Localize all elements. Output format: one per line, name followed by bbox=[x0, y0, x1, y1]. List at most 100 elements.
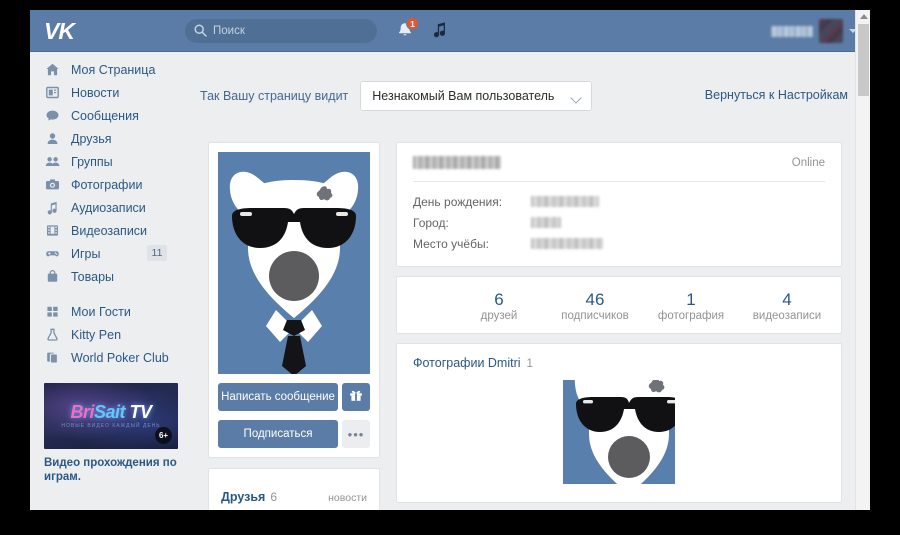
sidebar-item-messages[interactable]: Сообщения bbox=[30, 104, 180, 127]
counter-label: подписчиков bbox=[561, 309, 629, 322]
preview-audience-select[interactable]: Незнакомый Вам пользователь bbox=[360, 81, 593, 111]
profile-info-card: Online День рождения: Город: Место учёбы… bbox=[396, 142, 842, 267]
music-note-icon bbox=[44, 199, 61, 216]
counter-label: видеозаписи bbox=[752, 309, 822, 322]
sidebar-label: Группы bbox=[71, 154, 113, 169]
cards-icon bbox=[44, 349, 61, 366]
info-row-education: Место учёбы: bbox=[413, 233, 825, 254]
counter-label: фотография bbox=[657, 309, 725, 322]
sidebar-label: Игры bbox=[71, 246, 101, 261]
svg-text:VK: VK bbox=[44, 18, 76, 44]
avatar-card: Написать сообщение Подписаться ••• bbox=[208, 142, 380, 458]
news-icon bbox=[44, 84, 61, 101]
sidebar-label: Аудиозаписи bbox=[71, 200, 146, 215]
ad-caption: Видео прохождения по играм. bbox=[44, 457, 177, 483]
photos-block-title[interactable]: Фотографии Dmitri bbox=[413, 356, 521, 370]
gift-icon bbox=[349, 388, 363, 407]
sidebar-item-goods[interactable]: Товары bbox=[30, 265, 180, 288]
film-icon bbox=[44, 222, 61, 239]
info-row-birthday: День рождения: bbox=[413, 191, 825, 212]
sidebar-item-groups[interactable]: Группы bbox=[30, 150, 180, 173]
counter-photos[interactable]: 1 фотография bbox=[643, 289, 739, 322]
info-row-city: Город: bbox=[413, 212, 825, 233]
profile-name-blurred bbox=[413, 156, 501, 169]
info-value-blurred bbox=[531, 238, 603, 249]
sidebar-item-my-page[interactable]: Моя Страница bbox=[30, 58, 180, 81]
camera-icon bbox=[44, 176, 61, 193]
ad-title: BriSait TV bbox=[44, 402, 178, 423]
photos-block-header: Фотографии Dmitri 1 bbox=[413, 356, 825, 370]
friends-block: Друзья 6 новости bbox=[208, 468, 380, 510]
user-menu[interactable] bbox=[771, 19, 857, 43]
friends-block-title[interactable]: Друзья bbox=[221, 490, 265, 504]
sidebar-item-friends[interactable]: Друзья bbox=[30, 127, 180, 150]
ad-title-part2: Sait bbox=[93, 402, 126, 422]
more-actions-button[interactable]: ••• bbox=[342, 420, 370, 448]
bag-icon bbox=[44, 268, 61, 285]
sidebar-item-games[interactable]: Игры 11 bbox=[30, 242, 180, 265]
online-status: Online bbox=[791, 156, 825, 169]
sidebar-label: Видеозаписи bbox=[71, 223, 148, 238]
scrollbar-thumb[interactable] bbox=[858, 24, 869, 96]
vk-browser-window: VK 1 bbox=[30, 10, 870, 510]
preview-selected-option: Незнакомый Вам пользователь bbox=[372, 89, 555, 103]
sidebar-label: Мои Гости bbox=[71, 304, 131, 319]
user-avatar-blurred bbox=[819, 19, 843, 43]
scroll-up-arrow-icon[interactable] bbox=[860, 14, 868, 19]
home-icon bbox=[44, 61, 61, 78]
age-rating-badge: 6+ bbox=[155, 427, 172, 444]
photos-block: Фотографии Dmitri 1 bbox=[396, 343, 842, 503]
info-key: День рождения: bbox=[413, 194, 503, 209]
music-note-icon[interactable] bbox=[431, 20, 453, 42]
back-to-settings-link[interactable]: Вернуться к Настройкам bbox=[705, 88, 848, 102]
person-icon bbox=[44, 130, 61, 147]
profile-right-column: Online День рождения: Город: Место учёбы… bbox=[396, 142, 842, 503]
search-input[interactable] bbox=[213, 19, 373, 43]
sidebar-item-my-guests[interactable]: Мои Гости bbox=[30, 300, 180, 323]
sidebar-item-video[interactable]: Видеозаписи bbox=[30, 219, 180, 242]
vertical-scrollbar[interactable] bbox=[855, 10, 870, 510]
subscribe-button[interactable]: Подписаться bbox=[218, 420, 338, 448]
sidebar-item-world-poker-club[interactable]: World Poker Club bbox=[30, 346, 180, 369]
counter-friends[interactable]: 6 друзей bbox=[451, 289, 547, 322]
main-content: Так Вашу страницу видит Незнакомый Вам п… bbox=[180, 52, 870, 510]
sidebar-label: Kitty Pen bbox=[71, 327, 122, 342]
sidebar-ad[interactable]: BriSait TV НОВЫЕ ВИДЕО КАЖДЫЙ ДЕНЬ 6+ Ви… bbox=[44, 383, 178, 484]
top-header-bar: VK 1 bbox=[30, 10, 870, 52]
profile-avatar-image[interactable] bbox=[218, 152, 370, 374]
search-icon bbox=[194, 24, 207, 37]
write-message-button[interactable]: Написать сообщение bbox=[218, 383, 338, 411]
info-value-blurred bbox=[531, 217, 561, 228]
friends-news-tab[interactable]: новости bbox=[328, 492, 367, 504]
preview-label: Так Вашу страницу видит bbox=[200, 89, 349, 103]
message-icon bbox=[44, 107, 61, 124]
counter-followers[interactable]: 46 подписчиков bbox=[547, 289, 643, 322]
search-box[interactable] bbox=[185, 19, 377, 43]
friends-block-count: 6 bbox=[270, 490, 278, 504]
chevron-down-icon bbox=[570, 92, 582, 104]
ad-image: BriSait TV НОВЫЕ ВИДЕО КАЖДЫЙ ДЕНЬ 6+ bbox=[44, 383, 178, 449]
info-key: Место учёбы: bbox=[413, 236, 489, 251]
ad-title-part3: TV bbox=[125, 402, 153, 422]
counter-videos[interactable]: 4 видеозаписи bbox=[739, 289, 835, 322]
message-button-row: Написать сообщение bbox=[218, 383, 370, 411]
user-name-blurred bbox=[771, 25, 813, 37]
sidebar-item-audio[interactable]: Аудиозаписи bbox=[30, 196, 180, 219]
photo-thumbnail-row bbox=[413, 380, 825, 484]
sidebar-item-news[interactable]: Новости bbox=[30, 81, 180, 104]
send-gift-button[interactable] bbox=[342, 383, 370, 411]
profile-left-column: Написать сообщение Подписаться ••• Друзь… bbox=[208, 142, 380, 510]
vk-logo-icon[interactable]: VK bbox=[44, 18, 88, 44]
flask-icon bbox=[44, 326, 61, 343]
photos-block-count: 1 bbox=[526, 358, 533, 370]
counter-number: 4 bbox=[782, 289, 792, 309]
sidebar-item-kitty-pen[interactable]: Kitty Pen bbox=[30, 323, 180, 346]
info-key: Город: bbox=[413, 215, 449, 230]
counter-number: 6 bbox=[494, 289, 504, 309]
photo-thumbnail[interactable] bbox=[563, 380, 675, 484]
counter-number: 46 bbox=[585, 289, 605, 309]
subscribe-button-row: Подписаться ••• bbox=[218, 420, 370, 448]
sidebar-label: Моя Страница bbox=[71, 62, 156, 77]
sidebar-item-photos[interactable]: Фотографии bbox=[30, 173, 180, 196]
sidebar-label: World Poker Club bbox=[71, 350, 169, 365]
